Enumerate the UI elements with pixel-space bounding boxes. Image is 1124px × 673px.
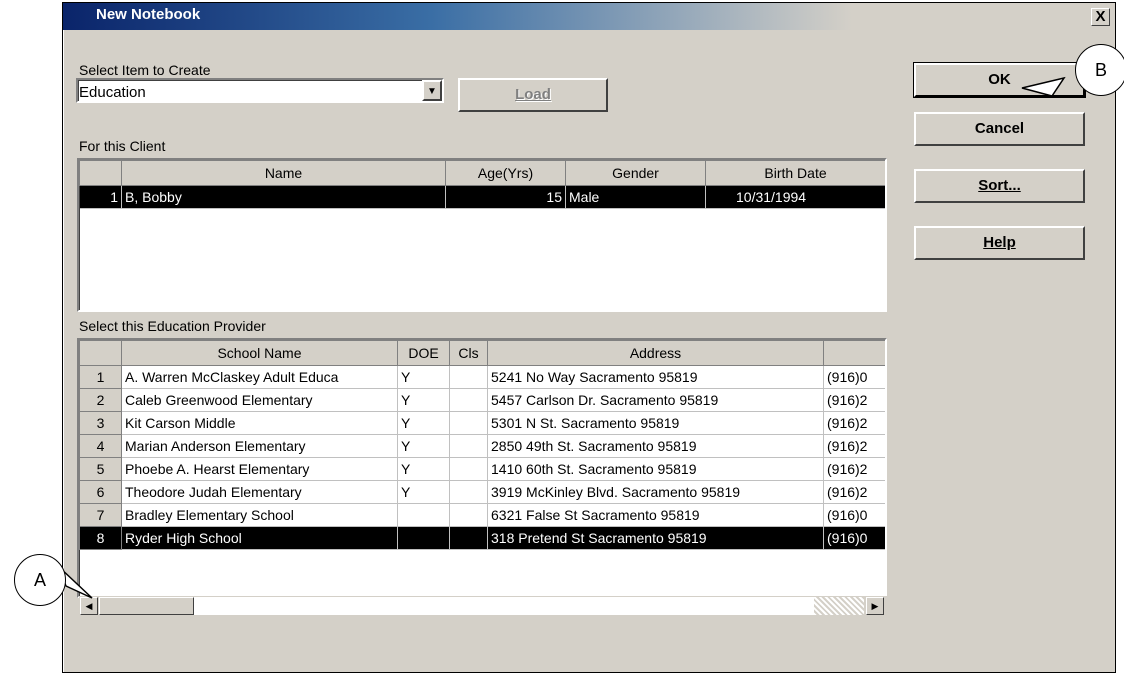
callout-b: B <box>1075 44 1124 96</box>
callout-pointers <box>57 76 1066 599</box>
callout-a: A <box>14 554 66 606</box>
callout-b-pointer <box>1021 76 1066 97</box>
